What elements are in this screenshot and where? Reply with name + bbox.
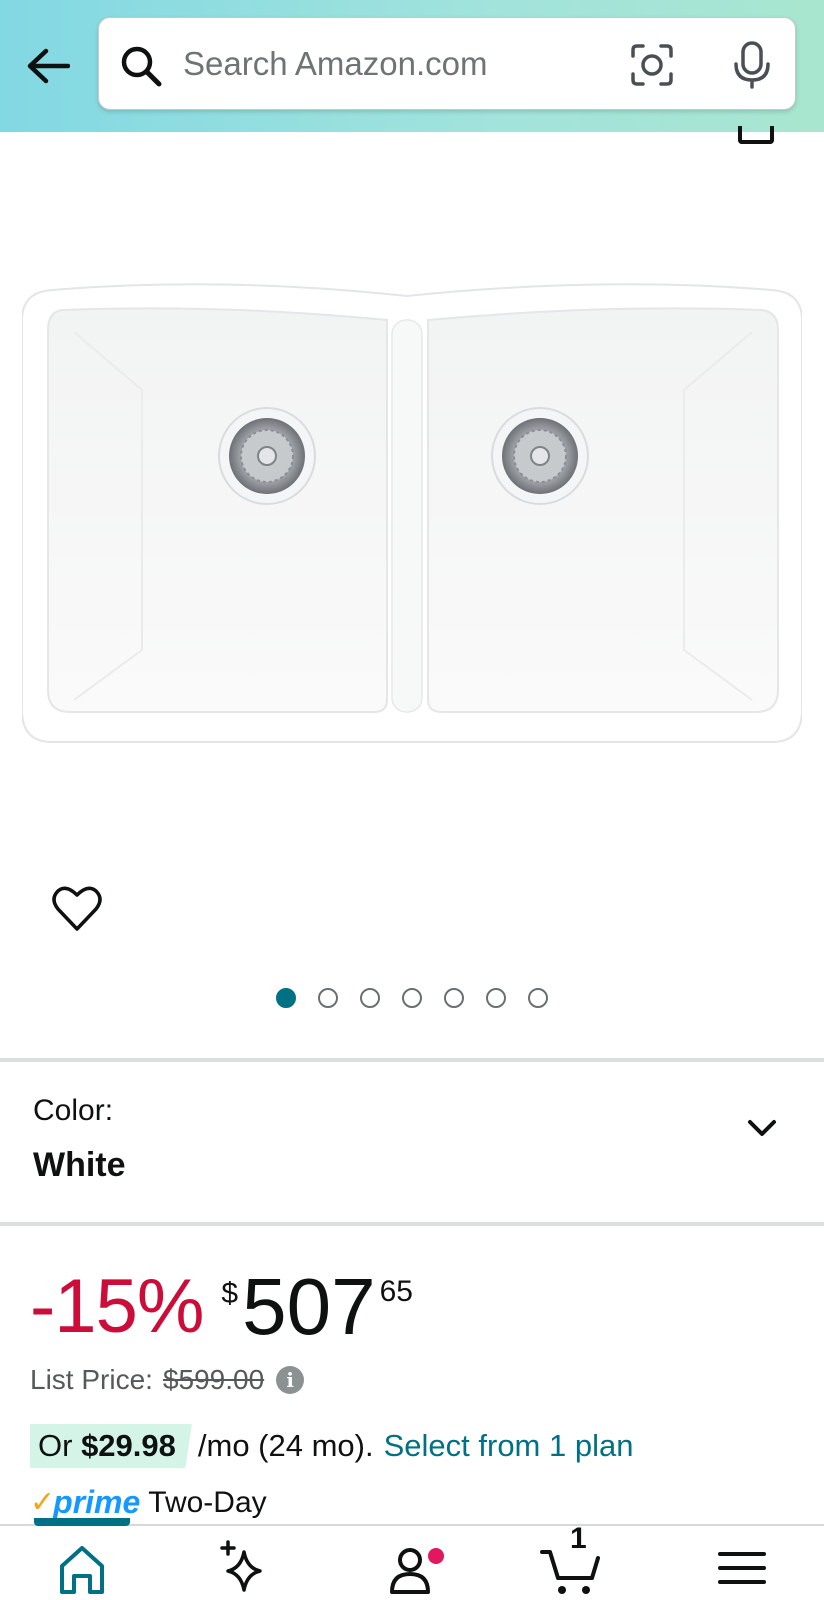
carousel-dot[interactable] (276, 988, 296, 1008)
profile-icon[interactable] (380, 1538, 440, 1598)
search-icon[interactable] (119, 44, 163, 88)
installment-prefix: Or (38, 1428, 82, 1463)
installment-amount: $29.98 (81, 1428, 176, 1463)
price-whole: 507 (242, 1262, 376, 1351)
arrow-left-icon (27, 48, 70, 84)
installment-offer: Or $29.98 /mo (24 mo). Select from 1 pla… (30, 1424, 633, 1468)
heart-icon[interactable] (52, 885, 102, 933)
list-price-label: List Price: (30, 1364, 153, 1395)
home-icon[interactable] (52, 1538, 112, 1598)
divider (0, 1222, 824, 1226)
active-tab-indicator (34, 1518, 130, 1526)
prime-check-icon: ✓ (30, 1486, 56, 1519)
microphone-icon[interactable] (729, 40, 775, 90)
info-icon[interactable]: i (276, 1366, 305, 1394)
notification-dot (428, 1548, 444, 1564)
current-price: $ 507 65 (221, 1262, 413, 1352)
select-plan-link[interactable]: Select from 1 plan (384, 1428, 634, 1464)
discount-percent: -15% (30, 1264, 204, 1349)
price-fraction: 65 (379, 1275, 413, 1308)
price-row: -15% $ 507 65 (30, 1262, 413, 1352)
sparkle-icon[interactable] (214, 1538, 274, 1598)
back-button[interactable] (24, 42, 72, 90)
menu-icon[interactable] (712, 1538, 772, 1598)
share-button[interactable] (738, 126, 774, 144)
divider (0, 1058, 824, 1062)
carousel-dot[interactable] (318, 988, 338, 1008)
color-selector[interactable]: Color: White (0, 1064, 824, 1222)
prime-delivery-text: Two-Day (148, 1485, 267, 1519)
prime-delivery: ✓ prime Two-Day (30, 1484, 267, 1521)
installment-badge: Or $29.98 (30, 1424, 192, 1468)
list-price: List Price: $599.00 i (30, 1364, 305, 1396)
search-box[interactable] (98, 17, 796, 110)
search-input[interactable] (183, 38, 603, 90)
carousel-dot[interactable] (486, 988, 506, 1008)
price-symbol: $ (221, 1277, 239, 1310)
carousel-dot[interactable] (528, 988, 548, 1008)
installment-term: /mo (24 mo). (197, 1428, 374, 1463)
product-image[interactable] (22, 280, 802, 752)
carousel-dot[interactable] (402, 988, 422, 1008)
list-price-value: $599.00 (162, 1364, 265, 1395)
bottom-navigation: 1 (0, 1518, 824, 1600)
cart-count: 1 (570, 1522, 587, 1555)
camera-lens-icon[interactable] (629, 42, 675, 88)
left-drain (218, 407, 316, 505)
prime-logo: prime (53, 1484, 141, 1520)
carousel-dot[interactable] (444, 988, 464, 1008)
carousel-dot[interactable] (360, 988, 380, 1008)
right-drain (491, 407, 589, 505)
color-label: Color: (33, 1094, 114, 1127)
image-carousel-dots[interactable] (0, 988, 824, 1008)
chevron-down-icon[interactable] (742, 1108, 782, 1148)
top-search-bar (0, 0, 824, 132)
color-value: White (33, 1146, 126, 1184)
